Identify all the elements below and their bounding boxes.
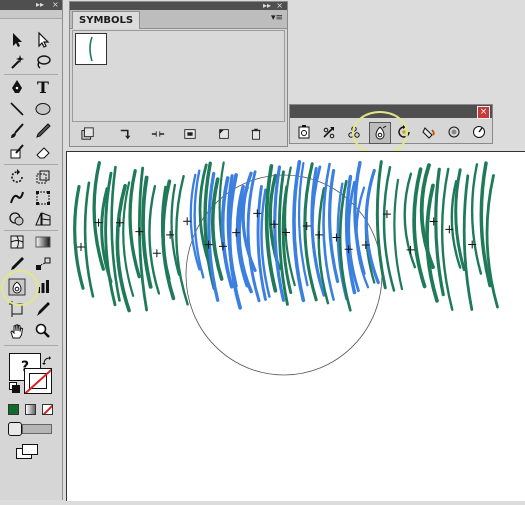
grass-blade xyxy=(382,166,396,292)
collapse-icon[interactable]: ▸▸ xyxy=(36,0,44,10)
grass-blade xyxy=(393,178,404,291)
line-icon[interactable] xyxy=(6,99,28,119)
stroke-swatch[interactable] xyxy=(24,368,52,394)
symbolism-tools-toolbar: × xyxy=(289,104,493,155)
symbol-libraries-icon[interactable] xyxy=(80,126,96,142)
type-icon[interactable]: T xyxy=(32,77,54,97)
pen-icon[interactable] xyxy=(6,77,28,97)
tool-highlight-ring xyxy=(1,270,39,306)
symbols-panel-header[interactable]: ▸▸ × xyxy=(70,1,287,10)
paintbrush-icon[interactable] xyxy=(6,121,28,141)
mesh-icon[interactable] xyxy=(6,232,28,252)
shape-builder-icon[interactable] xyxy=(6,209,28,229)
tab-symbols[interactable]: SYMBOLS xyxy=(72,11,141,29)
symbols-panel: ▸▸ × SYMBOLS ▾≡ xyxy=(69,1,288,147)
collapse-icon[interactable]: ▸▸ xyxy=(263,1,271,10)
close-icon[interactable]: × xyxy=(52,0,59,10)
gradient-icon[interactable] xyxy=(32,232,54,252)
direct-selection-icon[interactable] xyxy=(32,30,54,50)
default-fill-stroke-icon[interactable] xyxy=(9,382,20,393)
draw-normal-icon[interactable] xyxy=(8,422,22,436)
close-icon[interactable]: × xyxy=(477,106,490,119)
zoom-icon[interactable] xyxy=(32,321,54,341)
rotate-icon[interactable] xyxy=(6,167,28,187)
perspective-grid-icon[interactable] xyxy=(32,209,54,229)
instance-marker xyxy=(77,242,85,251)
tool-highlight-ring xyxy=(352,111,408,155)
panel-menu-icon[interactable]: ▾≡ xyxy=(271,13,283,23)
color-mode-button[interactable] xyxy=(8,404,19,415)
grass-blade xyxy=(128,169,141,279)
magic-wand-icon[interactable] xyxy=(6,52,28,72)
tools-panel: ▸▸ × T ? xyxy=(0,0,63,500)
ellipse-icon[interactable] xyxy=(32,99,54,119)
blob-brush-icon[interactable] xyxy=(6,142,28,162)
new-symbol-icon[interactable] xyxy=(216,126,232,142)
grass-symbol-thumbnail[interactable] xyxy=(75,33,107,65)
instance-marker xyxy=(152,249,161,258)
grass-blade xyxy=(485,174,499,309)
pencil-icon[interactable] xyxy=(32,121,54,141)
tools-panel-grip[interactable] xyxy=(0,10,62,19)
symbol-styler-icon[interactable] xyxy=(469,122,489,142)
grass-blade xyxy=(462,174,474,311)
draw-mode-selector[interactable] xyxy=(22,424,52,434)
grass-blade xyxy=(83,181,95,298)
scale-icon[interactable] xyxy=(32,167,54,187)
grass-blade xyxy=(73,184,85,290)
free-transform-icon[interactable] xyxy=(32,188,54,208)
symbol-options-icon[interactable] xyxy=(182,126,198,142)
gradient-mode-button[interactable] xyxy=(25,404,36,415)
grass-blade xyxy=(148,184,161,295)
symbol-instance-set[interactable] xyxy=(67,152,525,501)
grass-blade xyxy=(175,174,189,306)
close-icon[interactable]: × xyxy=(276,1,283,10)
selection-icon[interactable] xyxy=(6,30,28,50)
symbol-sprayer-icon[interactable] xyxy=(294,122,314,142)
symbol-shifter-icon[interactable] xyxy=(319,122,339,142)
warp-icon[interactable] xyxy=(6,188,28,208)
blend-icon[interactable] xyxy=(32,254,54,274)
lasso-icon[interactable] xyxy=(32,52,54,72)
artboard-canvas[interactable] xyxy=(66,151,525,501)
svg-text:T: T xyxy=(37,78,49,96)
symbol-screener-icon[interactable] xyxy=(444,122,464,142)
break-link-icon[interactable] xyxy=(150,126,166,142)
symbols-list xyxy=(72,30,285,122)
symbol-stainer-icon[interactable] xyxy=(419,122,439,142)
slice-icon[interactable] xyxy=(32,299,54,319)
swap-fill-stroke-icon[interactable] xyxy=(42,351,52,365)
none-mode-button[interactable] xyxy=(42,404,53,415)
grass-blade xyxy=(328,168,340,284)
instance-marker xyxy=(315,230,324,239)
place-symbol-icon[interactable] xyxy=(118,126,134,142)
tools-panel-header[interactable]: ▸▸ × xyxy=(0,0,62,10)
hand-icon[interactable] xyxy=(6,321,28,341)
eraser-icon[interactable] xyxy=(32,142,54,162)
screen-mode-icon[interactable] xyxy=(16,444,38,459)
delete-symbol-icon[interactable] xyxy=(248,126,264,142)
